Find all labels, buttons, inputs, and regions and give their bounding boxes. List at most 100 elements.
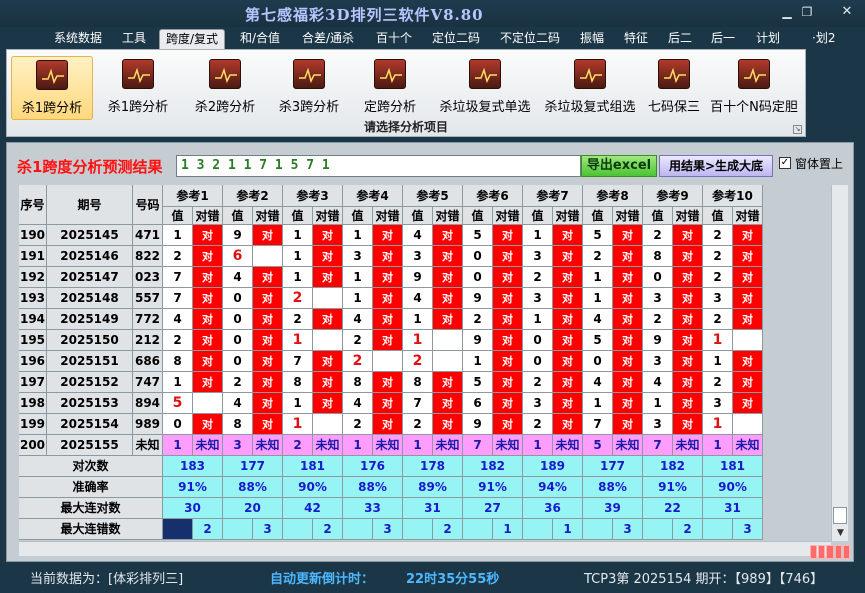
stat-value-cell: 88%: [583, 477, 643, 498]
ref-hit-cell: 对: [673, 267, 703, 288]
ref-hit-cell: 对: [373, 288, 403, 309]
ref-value-cell: 1: [163, 372, 193, 393]
table-row-issue: 2025153: [47, 393, 133, 414]
vertical-scrollbar[interactable]: ▼: [831, 185, 848, 541]
ribbon-button-1[interactable]: 杀1跨分析: [100, 56, 176, 120]
chart-icon: [574, 59, 606, 89]
menu-item-2[interactable]: 跨度/复式: [159, 29, 226, 49]
menu-item-10[interactable]: 后二: [668, 29, 692, 49]
ribbon-button-2[interactable]: 杀2跨分析: [187, 56, 263, 120]
ref-value-cell: 6: [463, 393, 493, 414]
stat-value-cell: 91%: [643, 477, 703, 498]
ribbon-launcher-icon[interactable]: ↘: [793, 125, 802, 134]
ref-hit-cell: 对: [253, 414, 283, 435]
ref-value-cell: 0: [643, 267, 673, 288]
stat-value-cell: 90%: [703, 477, 763, 498]
horizontal-scrollbar[interactable]: [19, 541, 831, 556]
minimize-icon[interactable]: ▁: [778, 4, 796, 20]
menu-item-13[interactable]: ·划2: [812, 29, 835, 49]
ref-hit-cell: 对: [193, 267, 223, 288]
menu-item-11[interactable]: 后一: [711, 29, 735, 49]
stat-blank-cell: [583, 519, 613, 540]
ref-hit-cell: 对: [373, 393, 403, 414]
menu-item-6[interactable]: 定位二码: [432, 29, 480, 49]
menu-item-3[interactable]: 和/合值: [240, 29, 280, 49]
table-row-seq: 199: [19, 414, 47, 435]
maximize-icon[interactable]: ❐: [798, 4, 816, 20]
ref-value-cell: 1: [523, 309, 553, 330]
menu-item-4[interactable]: 合差/通杀: [302, 29, 354, 49]
chart-icon: [209, 59, 241, 89]
ref-value-cell: 8: [163, 351, 193, 372]
value-subheader: 值: [343, 207, 373, 225]
menu-item-7[interactable]: 不定位二码: [500, 29, 560, 49]
menu-item-12[interactable]: 计划: [756, 29, 780, 49]
ref-hit-cell: 对: [253, 225, 283, 246]
menu-item-5[interactable]: 百十个: [376, 29, 412, 49]
ribbon-button-5[interactable]: 杀垃圾复式单选: [431, 56, 539, 120]
table-row-issue: 2025152: [47, 372, 133, 393]
countdown-value: 22时35分55秒: [406, 572, 500, 587]
export-excel-button[interactable]: 导出excel: [581, 155, 657, 177]
ref-hit-cell: 对: [433, 414, 463, 435]
ref-value-cell: 1: [463, 351, 493, 372]
ref-miss-cell: [253, 246, 283, 267]
ribbon-button-3[interactable]: 杀3跨分析: [271, 56, 347, 120]
pin-window-checkbox[interactable]: ✓: [779, 157, 791, 169]
ref-value-cell: 1: [583, 393, 613, 414]
result-value-field[interactable]: 1 3 2 1 1 7 1 5 7 1: [176, 155, 581, 177]
menu-item-8[interactable]: 振幅: [580, 29, 604, 49]
ref-miss-cell: [313, 414, 343, 435]
analysis-table: 序号 期号 号码 参考1 值对错 参考2 值对错 参考3 值对错 参考4 值对错 参考5 值对错 参考6 值…: [19, 185, 764, 541]
ribbon-button-0[interactable]: 杀1跨分析: [11, 56, 93, 120]
value-subheader: 值: [643, 207, 673, 225]
table-row-seq: 195: [19, 330, 47, 351]
menu-item-0[interactable]: 系统数据: [54, 29, 102, 49]
ribbon-button-8[interactable]: 百十个N码定胆: [707, 56, 801, 120]
table-row-seq: 198: [19, 393, 47, 414]
scroll-down-icon[interactable]: ▼: [833, 526, 848, 541]
ribbon-button-4[interactable]: 定跨分析: [355, 56, 425, 120]
ref-value-cell: 8: [403, 372, 433, 393]
predict-unknown-cell: 未知: [733, 435, 763, 456]
predict-value-cell: 7: [463, 435, 493, 456]
ribbon-button-6[interactable]: 杀垃圾复式组选: [539, 56, 641, 120]
ref-hit-cell: 对: [313, 372, 343, 393]
ref-value-cell: 7: [163, 288, 193, 309]
countdown-label: 自动更新倒计时：: [270, 572, 375, 587]
ref-value-cell: 0: [163, 414, 193, 435]
stat-value-cell: 1: [493, 519, 523, 540]
ribbon-button-7[interactable]: 七码保三: [643, 56, 705, 120]
scroll-thumb[interactable]: [833, 507, 847, 524]
ref-value-cell: 2: [703, 225, 733, 246]
result-subheader: 对错: [313, 207, 343, 225]
ref-hit-cell: 对: [193, 288, 223, 309]
result-subheader: 对错: [193, 207, 223, 225]
menu-item-1[interactable]: 工具: [122, 29, 146, 49]
ref-header-10: 参考10: [703, 185, 763, 207]
ref-header-9: 参考9: [643, 185, 703, 207]
ref-hit-cell: 对: [673, 372, 703, 393]
predict-value-cell: 1: [403, 435, 433, 456]
ref-value-cell: 2: [283, 288, 313, 309]
result-subheader: 对错: [253, 207, 283, 225]
stat-value-cell: 90%: [283, 477, 343, 498]
table-row-issue: 2025147: [47, 267, 133, 288]
stat-blank-cell: [343, 519, 373, 540]
ref-header-1: 参考1: [163, 185, 223, 207]
ref-header-5: 参考5: [403, 185, 463, 207]
ref-value-cell: 3: [523, 288, 553, 309]
ref-header-7: 参考7: [523, 185, 583, 207]
generate-base-button[interactable]: 用结果>生成大底: [659, 155, 773, 177]
ref-hit-cell: 对: [553, 393, 583, 414]
ref-value-cell: 2: [283, 309, 313, 330]
predict-value-cell: 2: [283, 435, 313, 456]
table-row-seq: 190: [19, 225, 47, 246]
ribbon-button-label: 杀2跨分析: [194, 100, 256, 115]
analysis-panel: 杀1跨度分析预测结果 1 3 2 1 1 7 1 5 7 1 导出excel 用…: [6, 142, 854, 562]
stat-blank-cell: [643, 519, 673, 540]
ribbon-button-label: 杀1跨分析: [107, 100, 169, 115]
menu-item-9[interactable]: 特征: [624, 29, 648, 49]
close-icon[interactable]: ✕: [838, 4, 856, 20]
ref-hit-cell: 对: [373, 414, 403, 435]
